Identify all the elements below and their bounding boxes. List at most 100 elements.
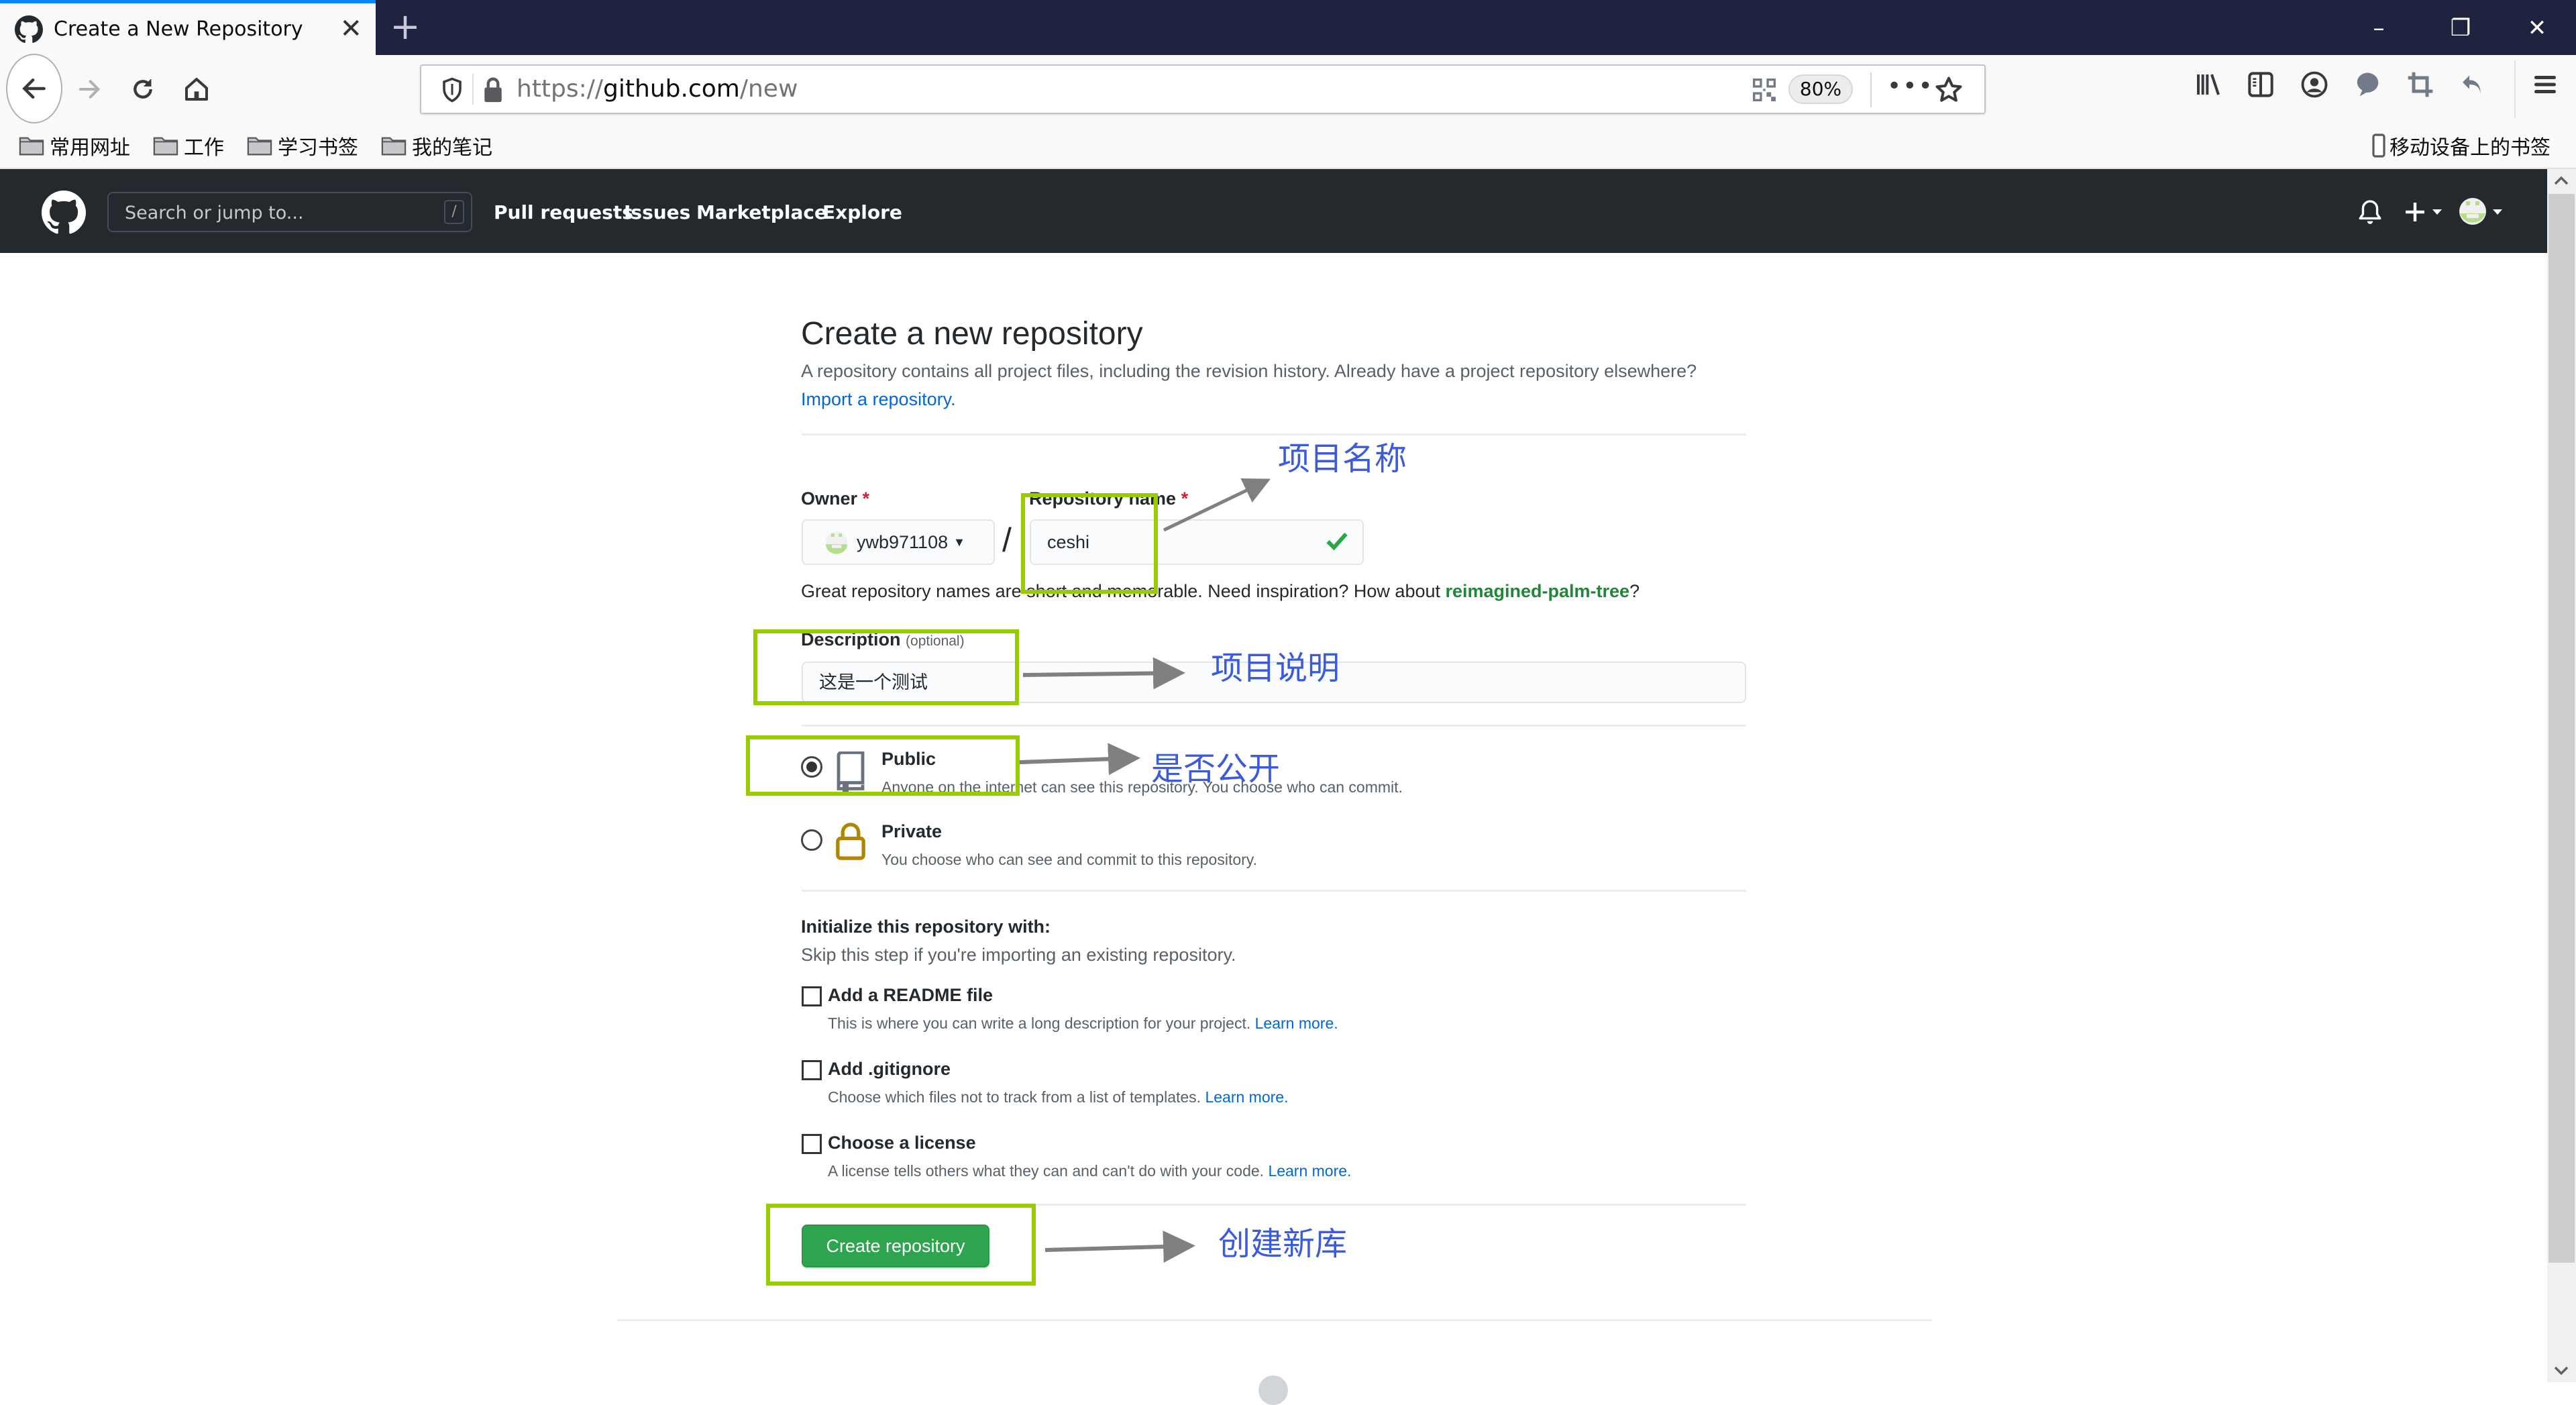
lock-icon bbox=[836, 823, 865, 860]
nav-marketplace[interactable]: Marketplace bbox=[696, 201, 827, 223]
public-title: Public bbox=[881, 749, 936, 769]
url-divider bbox=[472, 74, 474, 105]
bookmark-folder[interactable]: 学习书签 bbox=[247, 132, 358, 160]
divider bbox=[802, 1204, 1746, 1206]
create-new-dropdown[interactable] bbox=[2404, 199, 2445, 225]
nav-explore[interactable]: Explore bbox=[822, 201, 902, 223]
public-radio[interactable] bbox=[801, 756, 822, 778]
readme-description: This is where you can write a long descr… bbox=[828, 1014, 1338, 1032]
browser-tab-active[interactable]: Create a New Repository ✕ bbox=[0, 0, 376, 55]
github-header: Search or jump to... / Pull requests Iss… bbox=[0, 169, 2547, 253]
home-icon bbox=[185, 78, 208, 101]
annotation-visibility: 是否公开 bbox=[1151, 750, 1281, 788]
menu-hamburger-icon[interactable] bbox=[2529, 68, 2561, 101]
footer-divider bbox=[617, 1319, 1932, 1321]
zoom-level-badge[interactable]: 80% bbox=[1788, 74, 1853, 104]
private-radio[interactable] bbox=[801, 829, 822, 851]
repository-name-input[interactable]: ceshi bbox=[1030, 519, 1364, 565]
readme-title: Add a README file bbox=[828, 985, 994, 1005]
footer-github-logo-icon[interactable] bbox=[1258, 1375, 1288, 1405]
readme-checkbox[interactable] bbox=[802, 986, 822, 1006]
sidebar-icon[interactable] bbox=[2245, 68, 2277, 101]
library-icon[interactable] bbox=[2192, 68, 2224, 101]
gitignore-title: Add .gitignore bbox=[828, 1059, 951, 1079]
arrow-left-icon bbox=[22, 78, 46, 99]
home-button[interactable] bbox=[172, 64, 221, 114]
folder-icon bbox=[153, 137, 178, 156]
caret-down-icon: ▼ bbox=[953, 535, 965, 549]
bookmark-label: 常用网址 bbox=[50, 136, 130, 160]
import-repository-link[interactable]: Import a repository. bbox=[801, 389, 956, 410]
scroll-up-icon[interactable] bbox=[2554, 176, 2569, 185]
annotation-create: 创建新库 bbox=[1218, 1225, 1348, 1263]
reload-icon bbox=[133, 79, 152, 99]
github-logo-icon[interactable] bbox=[42, 191, 86, 235]
divider bbox=[802, 890, 1746, 892]
bookmark-folder[interactable]: 我的笔记 bbox=[381, 132, 492, 160]
url-text[interactable]: https://github.com/new bbox=[517, 75, 798, 103]
optional-hint: (optional) bbox=[906, 633, 965, 649]
tab-close-icon[interactable]: ✕ bbox=[339, 14, 362, 44]
screenshot-crop-icon[interactable] bbox=[2404, 68, 2436, 101]
bookmark-star-icon[interactable] bbox=[1934, 75, 1964, 105]
bookmark-label: 我的笔记 bbox=[412, 136, 492, 160]
user-menu-dropdown[interactable] bbox=[2459, 197, 2505, 225]
mobile-bookmarks[interactable]: 移动设备上的书签 bbox=[2372, 132, 2551, 160]
forward-button[interactable] bbox=[64, 64, 114, 114]
repo-name-label: Repository name * bbox=[1029, 488, 1189, 509]
minimize-button[interactable]: – bbox=[2359, 9, 2399, 47]
valid-check-icon bbox=[1326, 532, 1348, 551]
page-subtitle: A repository contains all project files,… bbox=[801, 361, 1697, 381]
lock-icon[interactable] bbox=[483, 76, 503, 103]
page-scrollbar[interactable] bbox=[2547, 169, 2576, 1382]
new-tab-button[interactable]: + bbox=[388, 7, 423, 47]
navigation-toolbar: https://github.com/new 80% ••• bbox=[0, 54, 2576, 123]
arrow-visibility bbox=[1019, 743, 1140, 776]
undo-icon[interactable] bbox=[2457, 68, 2489, 101]
learn-more-link[interactable]: Learn more. bbox=[1268, 1162, 1351, 1180]
browser-tab-bar: Create a New Repository ✕ + – ❐ ✕ bbox=[0, 0, 2576, 55]
chat-icon[interactable] bbox=[2352, 68, 2384, 101]
nav-issues[interactable]: Issues bbox=[624, 201, 690, 223]
owner-label: Owner * bbox=[801, 488, 870, 509]
nav-pull-requests[interactable]: Pull requests bbox=[494, 201, 633, 223]
license-checkbox[interactable] bbox=[802, 1134, 822, 1154]
divider bbox=[802, 433, 1746, 435]
learn-more-link[interactable]: Learn more. bbox=[1255, 1014, 1338, 1032]
bookmark-label: 学习书签 bbox=[278, 136, 358, 160]
tracking-shield-icon[interactable] bbox=[440, 76, 464, 103]
github-search-input[interactable]: Search or jump to... / bbox=[107, 192, 472, 232]
restore-button[interactable]: ❐ bbox=[2440, 9, 2481, 47]
learn-more-link[interactable]: Learn more. bbox=[1205, 1088, 1288, 1106]
mobile-bookmarks-label: 移动设备上的书签 bbox=[2390, 136, 2551, 160]
address-bar[interactable]: https://github.com/new 80% ••• bbox=[420, 64, 1986, 114]
create-repository-button[interactable]: Create repository bbox=[802, 1225, 989, 1267]
divider bbox=[802, 725, 1746, 727]
required-mark: * bbox=[862, 488, 870, 509]
close-window-button[interactable]: ✕ bbox=[2517, 9, 2557, 47]
scroll-down-icon[interactable] bbox=[2554, 1366, 2569, 1375]
bookmark-folder[interactable]: 常用网址 bbox=[19, 132, 130, 160]
url-path: /new bbox=[739, 75, 798, 103]
name-suggestion-link[interactable]: reimagined-palm-tree bbox=[1446, 581, 1630, 601]
owner-dropdown[interactable]: ywb971108 ▼ bbox=[802, 519, 995, 565]
scrollbar-thumb[interactable] bbox=[2548, 194, 2575, 1263]
annotation-repo-name: 项目名称 bbox=[1278, 440, 1407, 478]
account-icon[interactable] bbox=[2298, 68, 2330, 101]
page-actions-icon[interactable]: ••• bbox=[1887, 72, 1934, 100]
search-placeholder: Search or jump to... bbox=[125, 203, 304, 223]
private-description: You choose who can see and commit to thi… bbox=[881, 851, 1257, 868]
bookmarks-toolbar: 常用网址 工作 学习书签 我的笔记 移动设备上的书签 bbox=[0, 123, 2576, 169]
license-description: A license tells others what they can and… bbox=[828, 1162, 1352, 1180]
url-host: github.com bbox=[603, 75, 740, 103]
gitignore-checkbox[interactable] bbox=[802, 1060, 822, 1080]
reload-button[interactable] bbox=[118, 64, 168, 114]
gitignore-description: Choose which files not to track from a l… bbox=[828, 1088, 1289, 1106]
qr-code-icon[interactable] bbox=[1753, 78, 1776, 102]
mobile-device-icon bbox=[2372, 134, 2385, 158]
bookmark-folder[interactable]: 工作 bbox=[153, 132, 224, 160]
notifications-bell-icon[interactable] bbox=[2359, 200, 2381, 225]
arrow-right-icon bbox=[78, 80, 101, 99]
repo-name-hint: Great repository names are short and mem… bbox=[801, 581, 1640, 601]
back-button[interactable] bbox=[6, 54, 62, 123]
